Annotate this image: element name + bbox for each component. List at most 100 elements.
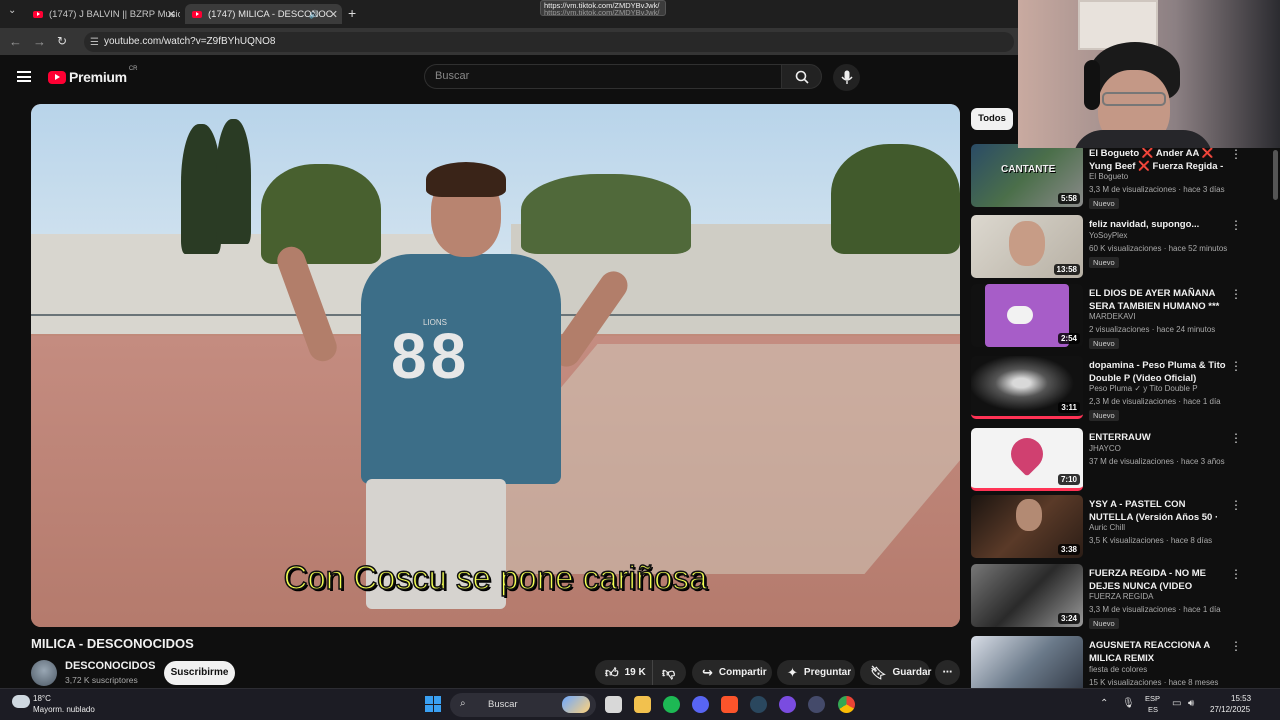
thumbnail-text: CANTANTE <box>1001 164 1056 175</box>
like-count: 19 K <box>624 667 646 678</box>
like-button[interactable]: 👍︎ 19 K <box>595 660 652 685</box>
microphone-icon[interactable]: 🎙︎ <box>1122 698 1135 709</box>
search-highlight-icon <box>562 696 590 713</box>
back-icon[interactable]: ← <box>9 34 22 49</box>
discord-icon[interactable] <box>692 696 709 713</box>
browser-tab-bar: ⌄ (1747) J BALVIN || BZRP Music S ✕ (174… <box>0 0 1018 28</box>
recommendation-item[interactable]: 2:54 EL DIOS DE AYER MAÑANA SERA TAMBIEN… <box>971 284 1246 350</box>
site-info-icon[interactable]: ☰ <box>90 37 99 48</box>
video-person-hair <box>426 162 506 197</box>
taskbar-search[interactable]: ⌕ Buscar <box>450 693 596 717</box>
close-tab-icon[interactable]: ✕ <box>167 8 176 21</box>
scrollbar-thumb[interactable] <box>1273 150 1278 200</box>
chrome-icon[interactable] <box>838 696 855 713</box>
more-vert-icon[interactable]: ⋮ <box>1230 218 1242 232</box>
more-vert-icon[interactable]: ⋮ <box>1230 431 1242 445</box>
weather-temperature[interactable]: 18°C <box>33 694 51 703</box>
chip-all[interactable]: Todos <box>971 108 1013 130</box>
input-language[interactable]: ESP <box>1145 694 1160 703</box>
video-thumbnail[interactable]: 3:11 <box>971 356 1083 419</box>
ask-button[interactable]: ✦ Preguntar <box>777 660 855 685</box>
youtube-play-icon <box>48 70 66 84</box>
share-icon: ↪ <box>702 664 713 680</box>
thumbs-down-icon: 👎︎ <box>662 664 676 680</box>
new-tab-button[interactable]: + <box>348 5 356 21</box>
tab-jbalvin[interactable]: (1747) J BALVIN || BZRP Music S ✕ <box>26 4 180 24</box>
more-vert-icon[interactable]: ⋮ <box>1230 639 1242 653</box>
video-player[interactable]: LIONS 88 Con Coscu se pone cariñosa <box>31 104 960 627</box>
voice-search-button[interactable] <box>833 64 860 91</box>
channel-name[interactable]: DESCONOCIDOS <box>65 660 155 672</box>
tab-list-chevron-icon[interactable]: ⌄ <box>8 5 16 16</box>
volume-icon[interactable]: 🔊︎ <box>1188 698 1194 709</box>
tab-title: (1747) J BALVIN || BZRP Music S <box>49 8 180 20</box>
save-button[interactable]: 🔖︎ Guardar <box>860 660 931 685</box>
app-icon[interactable] <box>808 696 825 713</box>
new-badge: Nuevo <box>1089 198 1119 209</box>
music-duration: 3:11 <box>1058 402 1080 413</box>
video-thumbnail[interactable]: CANTANTE 5:58 <box>971 144 1083 207</box>
steam-icon[interactable] <box>750 696 767 713</box>
video-thumbnail[interactable]: 3:38 <box>971 495 1083 558</box>
close-tab-icon[interactable]: ✕ <box>329 8 338 21</box>
reload-icon[interactable]: ↻ <box>57 34 67 48</box>
recommendation-item[interactable]: 7:10 ENTERRAUW JHAYCO 37 M de visualizac… <box>971 428 1246 494</box>
video-tree <box>521 174 691 254</box>
search-icon <box>795 70 809 84</box>
youtube-header: Premium CR Buscar <box>0 55 1018 100</box>
video-thumbnail[interactable]: 13:58 <box>971 215 1083 278</box>
audio-playing-icon[interactable]: 🔊 <box>309 10 319 19</box>
video-title: MILICA - DESCONOCIDOS <box>31 636 194 651</box>
video-thumbnail[interactable]: 7:10 <box>971 428 1083 491</box>
link-tooltip: https://vm.tiktok.com/ZMDYBvJwk/ https:/… <box>540 0 666 16</box>
menu-icon[interactable] <box>17 71 31 82</box>
windows-start-icon[interactable] <box>425 696 441 712</box>
channel-avatar[interactable] <box>31 660 57 686</box>
share-button[interactable]: ↪ Compartir <box>692 660 772 685</box>
video-thumbnail[interactable]: 2:54 <box>971 284 1083 347</box>
search-icon: ⌕ <box>460 698 466 709</box>
recommendation-title[interactable]: El Bogueto ❌ Ander AA ❌ Yung Beef ❌ Fuer… <box>1089 147 1227 173</box>
search-button[interactable] <box>781 64 822 89</box>
recommendation-item[interactable]: CANTANTE 5:58 El Bogueto ❌ Ander AA ❌ Yu… <box>971 144 1246 210</box>
youtube-logo[interactable]: Premium CR <box>48 66 137 85</box>
tab-milica[interactable]: (1747) MILICA - DESCONOC 🔊 ✕ <box>185 4 342 24</box>
video-tree <box>831 144 960 254</box>
keyboard-layout[interactable]: ES <box>1148 705 1158 714</box>
subscribe-button[interactable]: Suscribirme <box>164 661 235 685</box>
obs-icon[interactable] <box>779 696 796 713</box>
clock-time[interactable]: 15:53 <box>1231 694 1251 703</box>
clock-date[interactable]: 27/12/2025 <box>1210 705 1250 714</box>
recommendation-item[interactable]: AGUSNETA REACCIONA A MILICA REMIX fiesta… <box>971 636 1246 688</box>
recommendation-item[interactable]: 3:11 dopamina - Peso Pluma & Tito Double… <box>971 356 1246 422</box>
video-thumbnail[interactable]: 3:24 <box>971 564 1083 627</box>
video-thumbnail[interactable] <box>971 636 1083 688</box>
dislike-button[interactable]: 👎︎ <box>652 660 686 685</box>
more-vert-icon[interactable]: ⋮ <box>1230 359 1242 373</box>
weather-description[interactable]: Mayorm. nublado <box>33 705 95 714</box>
network-icon[interactable]: ▭ <box>1172 698 1181 709</box>
more-actions-button[interactable]: ⋯ <box>935 660 960 685</box>
more-vert-icon[interactable]: ⋮ <box>1230 287 1242 301</box>
youtube-favicon-icon <box>33 10 43 18</box>
sidebar-scrollbar[interactable] <box>1271 148 1280 688</box>
search-input[interactable]: Buscar <box>424 64 781 89</box>
file-explorer-icon[interactable] <box>634 696 651 713</box>
thumbs-up-icon: 👍︎ <box>605 664 619 680</box>
task-view-icon[interactable] <box>605 696 622 713</box>
brave-icon[interactable] <box>721 696 738 713</box>
more-vert-icon[interactable]: ⋮ <box>1230 147 1242 161</box>
forward-icon[interactable]: → <box>33 34 46 49</box>
chevron-up-icon[interactable]: ⌃ <box>1100 698 1108 709</box>
video-tree <box>181 124 221 254</box>
recommendation-item[interactable]: 3:24 FUERZA REGIDA - NO ME DEJES NUNCA (… <box>971 564 1246 630</box>
video-tree <box>261 164 381 264</box>
more-vert-icon[interactable]: ⋮ <box>1230 567 1242 581</box>
thumbnail-person <box>1009 221 1045 266</box>
recommendation-item[interactable]: 13:58 feliz navidad, supongo... YoSoyPle… <box>971 215 1246 281</box>
spotify-icon[interactable] <box>663 696 680 713</box>
recommendation-item[interactable]: 3:38 YSY A - PASTEL CON NUTELLA (Versión… <box>971 495 1246 561</box>
more-vert-icon[interactable]: ⋮ <box>1230 498 1242 512</box>
url-field[interactable]: ☰ youtube.com/watch?v=Z9fBYhUQNO8 <box>84 32 1014 52</box>
jersey-number: 88 <box>391 320 471 392</box>
